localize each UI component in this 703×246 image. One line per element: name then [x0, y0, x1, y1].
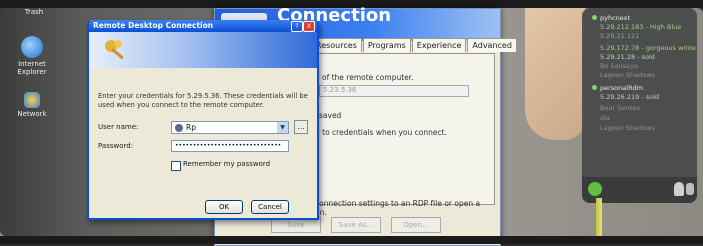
- user-icon: [175, 124, 183, 132]
- keys-icon: [105, 40, 124, 60]
- cancel-button[interactable]: Cancel: [251, 200, 289, 214]
- help-button[interactable]: ?: [291, 21, 303, 32]
- password-field[interactable]: ••••••••••••••••••••••••••••••: [171, 140, 289, 152]
- credentials-dialog: Remote Desktop Connection ? X Enter your…: [87, 20, 319, 220]
- group-header: pyhcnext: [592, 14, 630, 23]
- tab-programs[interactable]: Programs: [362, 38, 411, 52]
- user-name-label: User name:: [98, 123, 139, 131]
- list-item[interactable]: 5.29.212.183 - High Blue: [600, 23, 681, 32]
- desktop-icon-ie[interactable]: Internet Explorer: [12, 36, 52, 76]
- connection-sidebar: pyhcnext 5.29.212.183 - High Blue 5.29.2…: [582, 8, 697, 203]
- browse-users-button[interactable]: …: [294, 120, 308, 134]
- desktop-icon-label: Network: [17, 110, 47, 118]
- close-button[interactable]: X: [303, 21, 315, 32]
- tab-advanced[interactable]: Advanced: [467, 38, 517, 52]
- rdc-tabs: Resources Programs Experience Advanced: [311, 38, 518, 52]
- computer-combo[interactable]: 5.23.5.36: [319, 85, 469, 97]
- open-button[interactable]: Open...: [391, 217, 441, 233]
- desktop-icon-network[interactable]: Network: [12, 92, 52, 118]
- list-item[interactable]: 5.29.21.28 - sold: [600, 53, 655, 62]
- chevron-down-icon[interactable]: ▼: [277, 122, 288, 133]
- status-dot-icon: [592, 85, 597, 90]
- group-header: personalRdm: [592, 84, 643, 93]
- dialog-banner: [89, 32, 317, 68]
- dialog-title: Remote Desktop Connection: [93, 21, 214, 30]
- dialog-titlebar[interactable]: Remote Desktop Connection ? X: [89, 20, 317, 32]
- list-item[interactable]: 5.29.21.121: [600, 32, 639, 41]
- remember-password-checkbox[interactable]: [171, 161, 181, 171]
- password-label: Password:: [98, 142, 134, 150]
- user-name-value: Rp: [186, 123, 196, 132]
- list-item[interactable]: Lagoon Shadows: [600, 124, 655, 133]
- group-name: personalRdm: [600, 84, 644, 92]
- list-item[interactable]: Bo Sanseyo: [600, 62, 638, 71]
- rdc-text-line: saved: [319, 111, 342, 120]
- status-dot-icon: [592, 15, 597, 20]
- settings-icon[interactable]: [686, 183, 694, 195]
- list-item[interactable]: dia: [600, 114, 610, 123]
- ok-button[interactable]: OK: [205, 200, 243, 214]
- add-connection-icon[interactable]: [588, 182, 602, 196]
- desktop-icon-trash[interactable]: Trash: [14, 8, 54, 16]
- rdc-text-line: connection settings to an RDP file or op…: [315, 199, 481, 208]
- rdc-text-line: e of the remote computer.: [315, 73, 414, 82]
- internet-explorer-icon: [21, 36, 43, 58]
- network-icon: [24, 92, 40, 108]
- save-as-button[interactable]: Save As...: [331, 217, 381, 233]
- list-item[interactable]: Bear Senses: [600, 104, 640, 113]
- rdc-text-line: d to credentials when you connect.: [315, 128, 447, 137]
- remember-password-label: Remember my password: [183, 160, 271, 168]
- list-item[interactable]: 5.29.172.78 - gorgeous winte: [600, 44, 696, 53]
- wallpaper-figure: [525, 8, 585, 140]
- frame-bottom: [0, 236, 703, 244]
- credentials-message: Enter your credentials for 5.29.5.36. Th…: [98, 92, 308, 109]
- list-item[interactable]: Lagoon Shadows: [600, 71, 655, 80]
- desktop-icon-label: Trash: [24, 8, 44, 16]
- user-icon[interactable]: [674, 182, 684, 196]
- list-item[interactable]: 5.29.26.219 - sold: [600, 93, 659, 102]
- tab-experience[interactable]: Experience: [411, 38, 467, 52]
- desktop-icon-label: Internet Explorer: [17, 60, 47, 76]
- group-name: pyhcnext: [600, 14, 631, 22]
- user-name-combo[interactable]: Rp ▼: [171, 121, 289, 134]
